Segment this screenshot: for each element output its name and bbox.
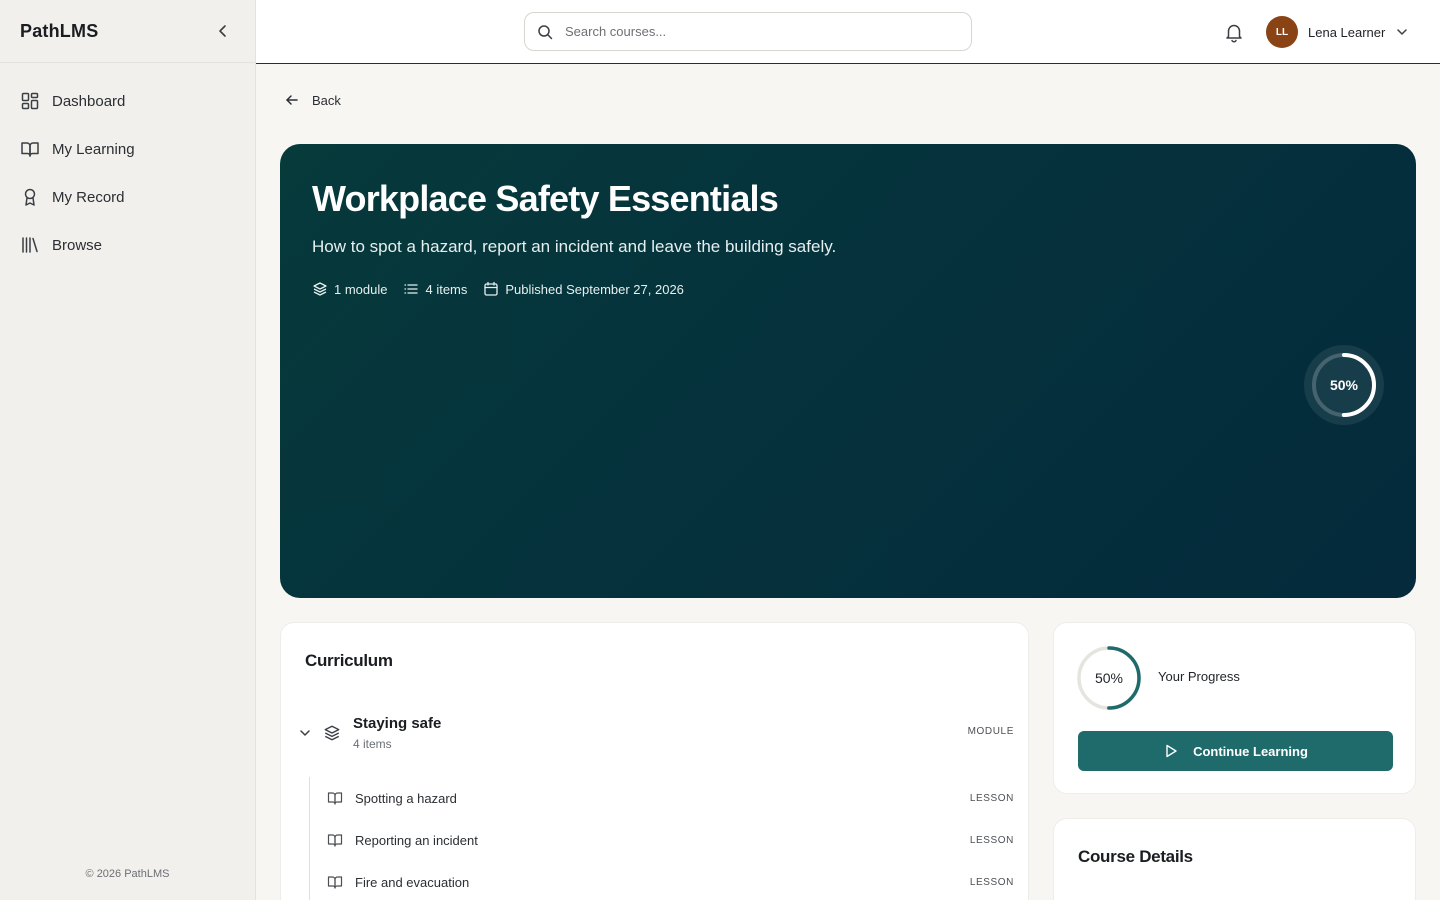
book-open-icon — [21, 142, 39, 157]
lesson-list: Spotting a hazard LESSON Reporting an in… — [309, 777, 1014, 900]
lesson-name: Spotting a hazard — [355, 790, 457, 806]
chevron-down-icon — [1397, 29, 1408, 35]
notifications-button[interactable] — [1223, 21, 1245, 43]
topbar: LL Lena Learner — [256, 0, 1440, 64]
course-title: Workplace Safety Essentials — [312, 178, 779, 219]
module-row[interactable]: Staying safe 4 items MODULE — [297, 715, 1014, 763]
sidebar-item-dashboard[interactable]: Dashboard — [0, 77, 255, 125]
bell-icon — [1226, 24, 1242, 43]
meta-modules: 1 module — [312, 281, 387, 297]
collapse-sidebar-button[interactable] — [211, 19, 235, 43]
arrow-left-icon — [286, 95, 298, 105]
module-name: Staying safe — [353, 715, 442, 732]
continue-learning-button[interactable]: Continue Learning — [1078, 731, 1393, 771]
layers-icon — [313, 282, 327, 296]
module-count: 4 items — [353, 737, 392, 751]
hero-progress-ring: 50% — [1304, 345, 1384, 425]
course-meta: 1 module 4 items Published September 27,… — [312, 281, 684, 297]
dashboard-icon — [21, 92, 39, 110]
continue-learning-label: Continue Learning — [1193, 743, 1308, 759]
chevron-down-icon[interactable] — [297, 725, 313, 741]
award-icon — [24, 188, 36, 206]
sidebar: PathLMS Dashboard My Learning My Record … — [0, 0, 256, 900]
sidebar-item-browse[interactable]: Browse — [0, 221, 255, 269]
sidebar-item-label: Dashboard — [52, 92, 126, 110]
progress-percent: 50% — [1094, 670, 1124, 686]
sidebar-header: PathLMS — [0, 0, 255, 63]
library-icon — [22, 237, 38, 253]
lesson-type-tag: LESSON — [969, 834, 1014, 846]
lesson-name: Reporting an incident — [355, 832, 478, 848]
search-box[interactable] — [524, 12, 972, 51]
meta-modules-text: 1 module — [334, 281, 388, 297]
user-name: Lena Learner — [1308, 24, 1386, 40]
course-subtitle: How to spot a hazard, report an incident… — [312, 237, 837, 256]
chevron-left-icon — [219, 25, 226, 37]
hero-progress-percent: 50% — [1329, 377, 1359, 393]
search-input[interactable] — [565, 24, 959, 39]
module-type-tag: MODULE — [967, 726, 1014, 737]
book-open-icon — [327, 876, 343, 889]
progress-ring: 50% — [1076, 645, 1142, 711]
book-open-icon — [327, 834, 343, 847]
brand-logo[interactable]: PathLMS — [20, 21, 98, 42]
back-label: Back — [312, 92, 341, 108]
list-icon — [404, 284, 419, 294]
search-icon — [538, 24, 553, 39]
back-link[interactable]: Back — [284, 92, 341, 108]
lesson-item[interactable]: Spotting a hazard LESSON — [310, 777, 1014, 819]
sidebar-item-label: Browse — [52, 236, 103, 254]
copyright-footer: © 2026 PathLMS — [85, 868, 170, 880]
curriculum-card: Curriculum Staying safe 4 items MODULE S… — [280, 622, 1029, 900]
lesson-type-tag: LESSON — [969, 876, 1014, 888]
course-hero: Workplace Safety Essentials How to spot … — [280, 144, 1416, 598]
sidebar-item-my-learning[interactable]: My Learning — [0, 125, 255, 173]
meta-published-text: Published September 27, 2026 — [505, 281, 684, 297]
progress-label: Your Progress — [1158, 669, 1240, 684]
avatar: LL — [1266, 16, 1298, 48]
play-icon — [1166, 744, 1177, 758]
sidebar-item-my-record[interactable]: My Record — [0, 173, 255, 221]
course-details-card: Course Details — [1053, 818, 1416, 900]
meta-published: Published September 27, 2026 — [483, 281, 684, 297]
course-details-title: Course Details — [1078, 847, 1193, 866]
progress-card: 50% Your Progress Continue Learning — [1053, 622, 1416, 794]
calendar-icon — [484, 281, 499, 296]
curriculum-title: Curriculum — [305, 651, 393, 670]
layers-icon — [324, 725, 340, 741]
meta-items: 4 items — [403, 281, 467, 297]
sidebar-item-label: My Record — [52, 188, 125, 206]
lesson-item[interactable]: Fire and evacuation LESSON — [310, 861, 1014, 900]
meta-items-text: 4 items — [425, 281, 468, 297]
lesson-type-tag: LESSON — [969, 792, 1014, 804]
user-menu[interactable]: LL Lena Learner — [1266, 15, 1409, 49]
lesson-item[interactable]: Reporting an incident LESSON — [310, 819, 1014, 861]
book-open-icon — [327, 792, 343, 805]
sidebar-nav: Dashboard My Learning My Record Browse — [0, 63, 255, 269]
lesson-name: Fire and evacuation — [355, 874, 470, 890]
sidebar-item-label: My Learning — [52, 140, 135, 158]
